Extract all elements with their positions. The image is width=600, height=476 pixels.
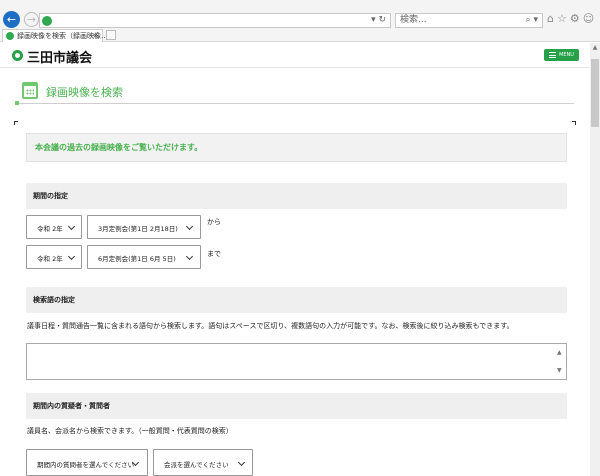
to-session-select[interactable]: 6月定例会(第1日 6月 5日) [87, 245, 201, 269]
to-era-select[interactable]: 令和 2年 [26, 245, 82, 269]
browser-chrome: ← → ▾ ↻ 検索... ⌕ ▾ ⌂☆⚙☺ 録画映像を検索（録画映像... × [0, 0, 600, 42]
keyword-input[interactable]: ▲ ▼ [26, 343, 567, 380]
from-era-select[interactable]: 令和 2年 [26, 215, 82, 239]
address-tools[interactable]: ▾ ↻ [371, 14, 386, 27]
forward-icon[interactable]: → [24, 12, 39, 27]
back-icon[interactable]: ← [3, 11, 20, 28]
intro-text: 本会議の過去の録画映像をご覧いただけます。 [35, 143, 203, 152]
search-tools[interactable]: ⌕ ▾ [526, 14, 538, 27]
questioner-heading: 期間内の質疑者・質問者 [26, 393, 567, 419]
from-suffix: から [207, 218, 221, 226]
chevron-down-icon [237, 458, 246, 467]
frame-corner-top-left [14, 121, 18, 125]
chevron-down-icon [67, 222, 76, 231]
search-placeholder: 検索... [400, 15, 427, 25]
questioner-description: 議員名、会派名から検索できます。（一般質問・代表質問の検索） [27, 427, 233, 435]
from-era-value: 令和 2年 [37, 225, 63, 233]
address-bar[interactable]: ▾ ↻ [39, 13, 391, 28]
page-title: 録画映像を検索 [46, 86, 123, 99]
to-suffix: まで [207, 250, 221, 258]
to-session-value: 6月定例会(第1日 6月 5日) [98, 255, 176, 263]
site-favicon-icon [42, 16, 52, 26]
browser-search-input[interactable]: 検索... ⌕ ▾ [395, 13, 543, 28]
city-logo-icon[interactable] [12, 50, 23, 61]
member-select-value: 期間内の質問者を選んでください [37, 461, 135, 469]
tab-close-icon[interactable]: × [92, 30, 99, 42]
scroll-thumb[interactable] [591, 59, 599, 127]
scroll-up-icon[interactable]: ▲ [590, 43, 600, 53]
calendar-icon [22, 82, 38, 99]
browser-tab[interactable]: 録画映像を検索（録画映像... × [2, 29, 108, 42]
menu-button[interactable]: MENU [544, 49, 579, 61]
keyword-scrollbar[interactable]: ▲ ▼ [556, 344, 566, 379]
page-scrollbar[interactable]: ▲ [590, 43, 600, 476]
keyword-scroll-up-icon[interactable]: ▲ [557, 349, 562, 356]
period-heading-text: 期間の指定 [33, 192, 68, 200]
chevron-down-icon [185, 222, 194, 231]
keyword-heading: 検索語の指定 [26, 287, 567, 313]
from-session-value: 3月定例会(第1日 2月18日) [98, 225, 178, 233]
chevron-down-icon [185, 252, 194, 261]
intro-banner: 本会議の過去の録画映像をご覧いただけます。 [26, 133, 567, 162]
from-session-select[interactable]: 3月定例会(第1日 2月18日) [87, 215, 201, 239]
tab-favicon-icon [6, 32, 14, 40]
party-select-value: 会派を選んでください [164, 461, 229, 469]
site-header: 三田市議会 MENU [0, 43, 590, 68]
chevron-down-icon [67, 252, 76, 261]
keyword-description: 議事日程・質問通告一覧に含まれる語句から検索します。語句はスペースで区切り、複数… [27, 322, 514, 330]
title-divider [19, 103, 574, 104]
menu-icon [549, 52, 557, 58]
party-select[interactable]: 会派を選んでください [153, 449, 253, 476]
toolbar-icons[interactable]: ⌂☆⚙☺ [547, 12, 597, 25]
questioner-heading-text: 期間内の質疑者・質問者 [33, 402, 110, 410]
new-tab-button[interactable] [106, 30, 116, 40]
member-select[interactable]: 期間内の質問者を選んでください [26, 449, 148, 476]
to-era-value: 令和 2年 [37, 255, 63, 263]
site-title[interactable]: 三田市議会 [27, 47, 92, 66]
menu-label: MENU [559, 52, 574, 58]
frame-corner-top-right [572, 121, 576, 125]
period-heading: 期間の指定 [26, 183, 567, 209]
keyword-heading-text: 検索語の指定 [33, 296, 75, 304]
keyword-scroll-down-icon[interactable]: ▼ [557, 367, 562, 374]
